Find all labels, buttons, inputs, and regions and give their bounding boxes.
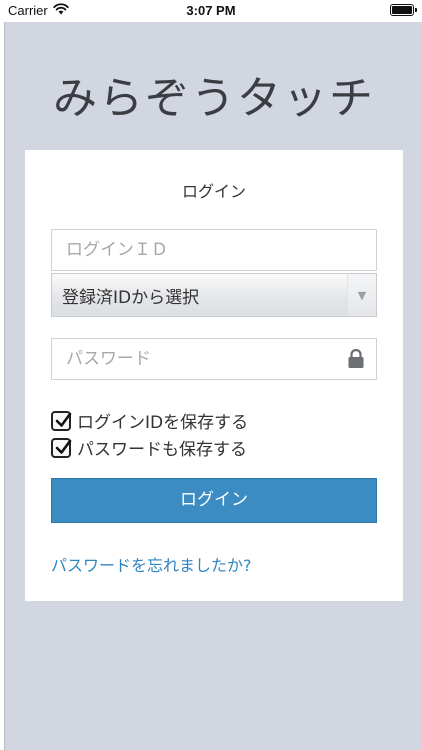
forgot-password-link[interactable]: パスワードを忘れましたか? [51,552,252,576]
save-id-label: ログインIDを保存する [77,413,249,433]
login-heading: ログイン [181,182,246,201]
password-input[interactable] [51,338,377,380]
battery-icon [390,4,417,16]
save-id-row[interactable]: ログインIDを保存する [51,408,248,433]
save-id-checkbox[interactable] [51,410,72,431]
save-password-checkbox[interactable] [51,437,72,458]
app-screen: みらぞうタッチ ログイン 登録済IDから選択 ▼ ログインIDを保存する [4,22,422,750]
saved-id-select-label: 登録済IDから選択 [62,287,200,308]
login-id-input[interactable] [51,229,377,271]
checkmark-icon [55,412,72,427]
lock-icon [347,348,365,369]
login-card: ログイン 登録済IDから選択 ▼ ログインIDを保存する [25,150,403,601]
checkmark-icon [55,439,72,454]
password-field-wrap [51,338,377,382]
save-password-label: パスワードも保存する [77,440,247,460]
dropdown-arrow-icon: ▼ [347,274,376,316]
status-bar: Carrier 3:07 PM [0,0,422,22]
login-button[interactable]: ログイン [51,478,377,523]
app-title: みらぞうタッチ [53,73,375,124]
status-time: 3:07 PM [186,3,236,18]
status-bar-right [390,4,417,16]
saved-id-select[interactable]: 登録済IDから選択 ▼ [51,273,377,317]
save-password-row[interactable]: パスワードも保存する [51,435,247,460]
